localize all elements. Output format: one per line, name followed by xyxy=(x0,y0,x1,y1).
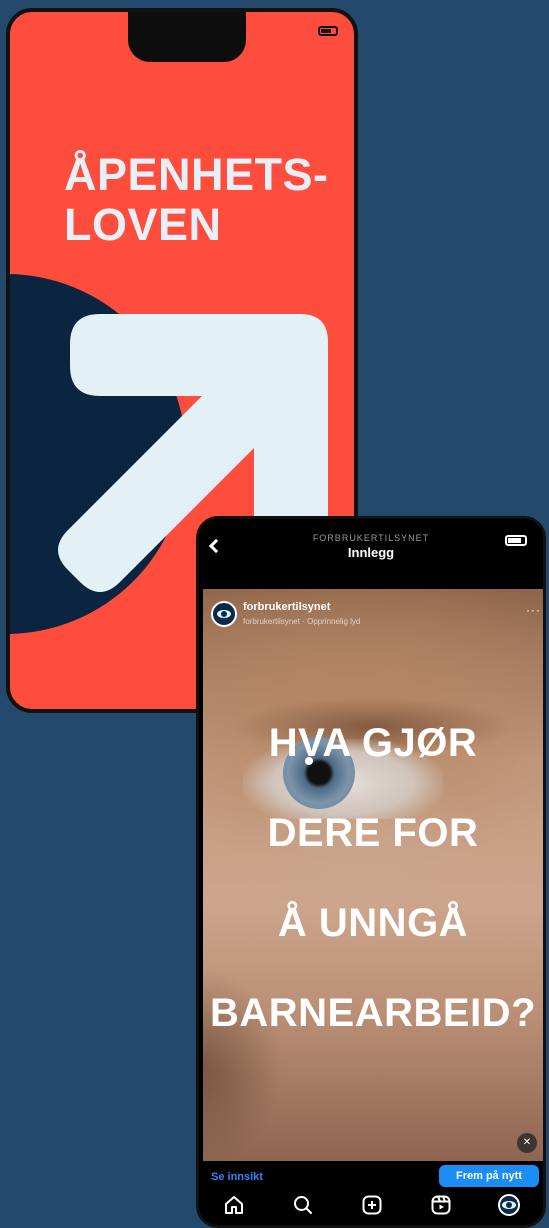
post-overlay-text: HVA GJØR DERE FOR Å UNNGÅ BARNEARBEID? xyxy=(203,721,543,1081)
add-post-icon[interactable] xyxy=(360,1193,384,1217)
view-insights-link[interactable]: Se innsikt xyxy=(211,1171,263,1183)
profile-avatar-icon[interactable] xyxy=(498,1194,521,1216)
account-avatar[interactable] xyxy=(211,601,237,627)
instagram-phone: FORBRUKERTILSYNET Innlegg forbrukertilsy… xyxy=(196,516,546,1228)
search-icon[interactable] xyxy=(291,1193,315,1217)
reels-icon[interactable] xyxy=(429,1193,453,1217)
overlay-line: BARNEARBEID? xyxy=(210,991,536,1035)
post-image[interactable]: forbrukertilsynet forbrukertilsynet · Op… xyxy=(203,589,543,1161)
overlay-line: HVA GJØR xyxy=(268,721,478,765)
phone-notch xyxy=(128,12,246,62)
promote-button[interactable]: Frem på nytt xyxy=(439,1165,539,1187)
eye-logo-icon xyxy=(502,1201,517,1209)
post-audio-label[interactable]: forbrukertilsynet · Opprinnelig lyd xyxy=(243,617,360,626)
header-title: Innlegg xyxy=(347,545,395,560)
post-username[interactable]: forbrukertilsynet xyxy=(243,601,330,613)
poster-title-line2: LOVEN xyxy=(64,199,222,250)
more-options-icon[interactable]: ··· xyxy=(526,603,541,617)
battery-icon xyxy=(505,535,527,546)
poster-title: ÅPENHETS- LOVEN xyxy=(64,149,354,250)
header-account: FORBRUKERTILSYNET xyxy=(312,533,430,543)
overlay-line: Å UNNGÅ xyxy=(277,901,469,945)
eye-logo-icon xyxy=(217,610,231,618)
poster-title-line1: ÅPENHETS- xyxy=(64,149,329,200)
overlay-line: DERE FOR xyxy=(267,811,479,855)
battery-icon xyxy=(318,26,338,36)
post-header: FORBRUKERTILSYNET Innlegg xyxy=(199,519,543,589)
home-icon[interactable] xyxy=(222,1193,246,1217)
mute-icon[interactable]: ✕ xyxy=(517,1133,537,1153)
bottom-navigation xyxy=(199,1187,543,1225)
